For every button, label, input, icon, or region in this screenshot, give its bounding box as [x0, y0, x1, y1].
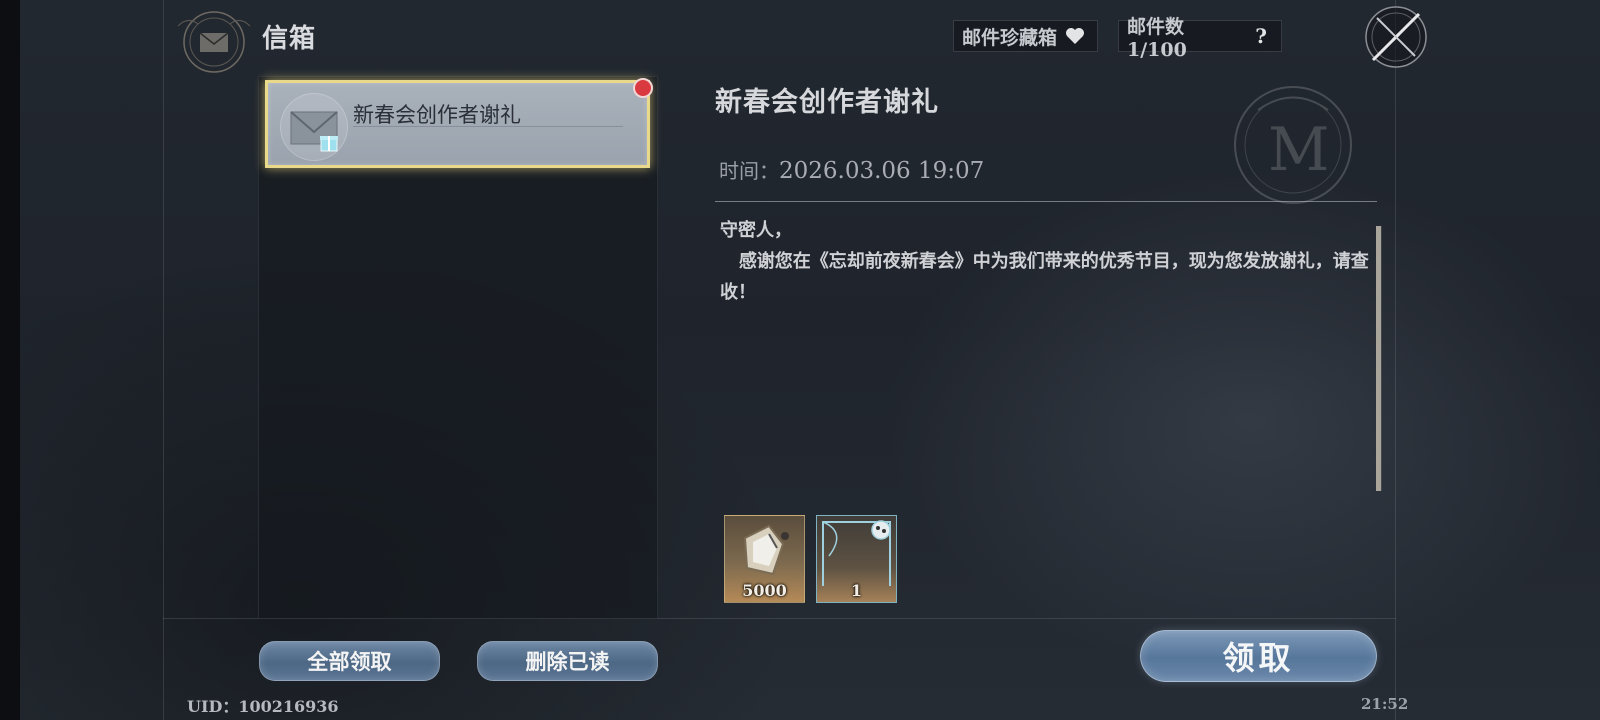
left-edge: [0, 0, 20, 720]
reward-item[interactable]: 5000: [724, 515, 805, 603]
uid-label: UID：100216936: [187, 697, 339, 716]
mail-detail-title: 新春会创作者谢礼: [715, 87, 939, 118]
reward-count: 1: [850, 581, 863, 600]
clock-time: 21:52: [1361, 695, 1409, 713]
gift-icon: [318, 131, 340, 153]
svg-text:M: M: [1268, 115, 1329, 185]
delete-read-button[interactable]: 删除已读: [477, 641, 658, 681]
mail-detail-time: 时间：2026.03.06 19:07: [719, 155, 984, 184]
frame-line-right: [1395, 0, 1396, 720]
body-scroll-thumb[interactable]: [1376, 226, 1381, 491]
unread-badge: [633, 78, 653, 98]
crest-watermark-icon: M: [1218, 80, 1368, 210]
claim-button[interactable]: 领取: [1140, 630, 1377, 682]
time-label: 时间：: [719, 159, 779, 183]
mail-favorites-label: 邮件珍藏箱: [962, 26, 1058, 49]
compass-close-icon: [1365, 6, 1427, 68]
mail-count-label: 邮件数1/100: [1127, 15, 1187, 61]
mail-body-text: 守密人， 感谢您在《忘却前夜新春会》中为我们带来的优秀节目，现为您发放谢礼，请查…: [720, 220, 1369, 303]
currency-shard-icon: [743, 524, 789, 576]
frame-card-icon: [822, 520, 891, 601]
mail-count-display: 邮件数1/100 ?: [1118, 16, 1282, 61]
mail-list-item[interactable]: 新春会创作者谢礼: [265, 80, 650, 168]
detail-divider: [715, 201, 1377, 202]
mail-item-divider: [353, 126, 623, 127]
reward-item[interactable]: 1: [816, 515, 897, 603]
question-icon[interactable]: ?: [1249, 24, 1273, 48]
page-title: 信箱: [262, 24, 317, 54]
mailbox-emblem-icon: [168, 6, 260, 76]
frame-line-left: [163, 0, 164, 720]
heart-icon: [1063, 24, 1087, 48]
reward-count: 5000: [742, 581, 787, 600]
mail-item-title: 新春会创作者谢礼: [353, 103, 521, 127]
claim-all-button[interactable]: 全部领取: [259, 641, 440, 681]
mail-favorites-button[interactable]: 邮件珍藏箱: [953, 20, 1098, 52]
close-button[interactable]: [1363, 4, 1429, 70]
time-value: 2026.03.06 19:07: [779, 158, 985, 184]
